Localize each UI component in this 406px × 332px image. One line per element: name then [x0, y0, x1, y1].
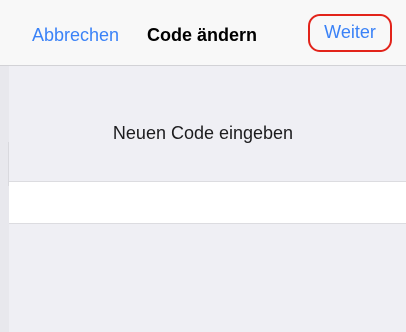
next-button[interactable]: Weiter [308, 14, 392, 52]
left-edge-strip [0, 66, 9, 332]
code-field[interactable] [9, 181, 406, 224]
new-code-prompt: Neuen Code eingeben [112, 123, 294, 143]
navigation-bar: Abbrechen Code ändern Weiter [0, 0, 406, 66]
passcode-screen: Abbrechen Code ändern Weiter Neuen Code … [0, 0, 406, 332]
edge-divider [8, 142, 9, 186]
cancel-button[interactable]: Abbrechen [32, 24, 119, 46]
code-input[interactable] [9, 182, 406, 223]
content-area: Neuen Code eingeben [0, 66, 406, 332]
page-title: Code ändern [147, 25, 258, 45]
